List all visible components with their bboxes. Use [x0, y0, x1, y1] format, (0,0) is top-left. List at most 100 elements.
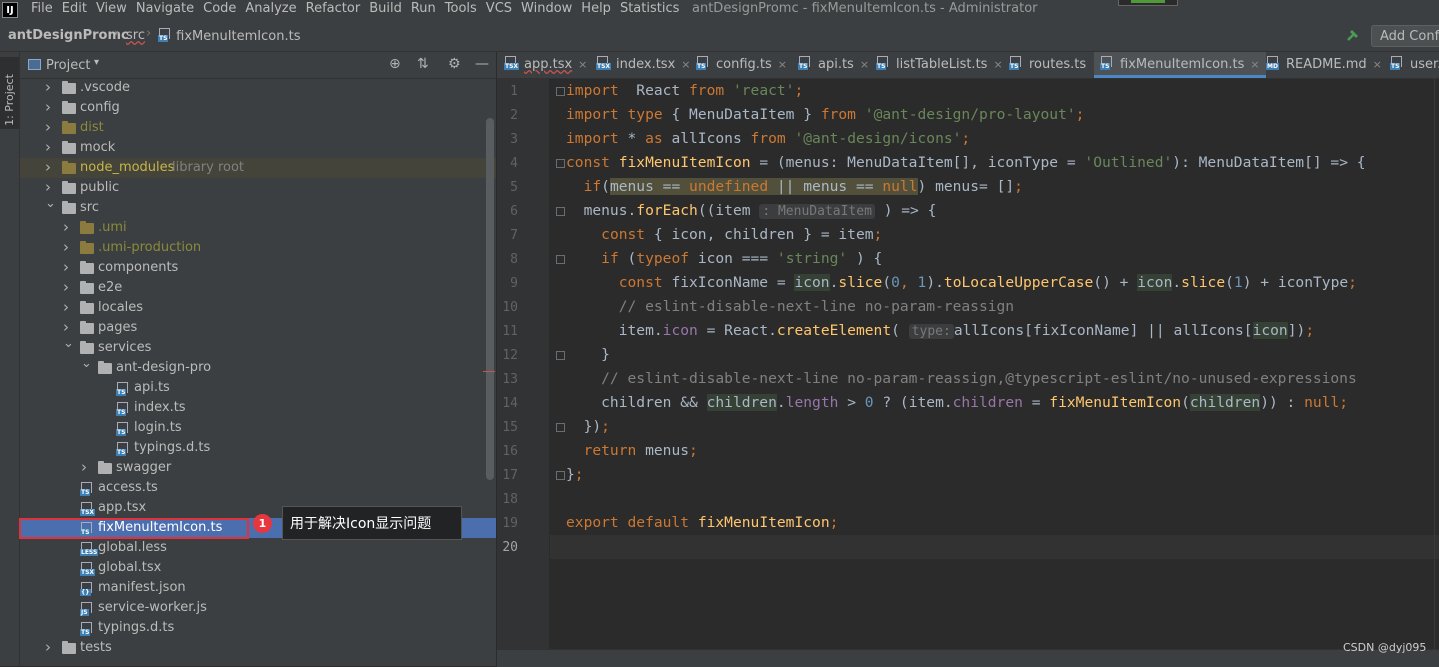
menu-code[interactable]: Code — [203, 1, 236, 16]
tree-folder[interactable]: › .umi — [20, 218, 496, 238]
menu-run[interactable]: Run — [411, 1, 436, 16]
breadcrumb-file[interactable]: fixMenuItemIcon.ts — [158, 28, 301, 44]
tree-folder[interactable]: › public — [20, 178, 496, 198]
tree-folder[interactable]: › node_modules library root — [20, 158, 496, 178]
breadcrumb-project[interactable]: antDesignPromc — [8, 28, 129, 43]
chevron-right-icon[interactable]: › — [81, 457, 87, 477]
code-line[interactable]: item.icon = React.createElement( type: al… — [566, 319, 1314, 343]
chevron-right-icon[interactable]: › — [63, 277, 69, 297]
chevron-right-icon[interactable]: › — [45, 637, 51, 657]
tree-folder[interactable]: › .umi-production — [20, 238, 496, 258]
tree-folder[interactable]: › mock — [20, 138, 496, 158]
code-line[interactable]: }; — [566, 463, 584, 487]
tree-file[interactable]: access.ts — [20, 478, 496, 498]
chevron-right-icon[interactable]: › — [63, 217, 69, 237]
menu-statistics[interactable]: Statistics — [620, 1, 679, 16]
tree-file[interactable]: typings.d.ts — [20, 438, 496, 458]
fold-marker-icon[interactable] — [556, 423, 565, 432]
close-icon[interactable]: × — [1373, 58, 1382, 71]
tree-file[interactable]: index.ts — [20, 398, 496, 418]
code-line[interactable]: return menus; — [566, 439, 698, 463]
code-line[interactable]: import React from 'react'; — [566, 79, 803, 103]
fold-marker-icon[interactable] — [556, 471, 565, 480]
tree-folder[interactable]: › e2e — [20, 278, 496, 298]
menu-file[interactable]: File — [31, 1, 53, 16]
menu-analyze[interactable]: Analyze — [245, 1, 296, 16]
project-tool-tab[interactable]: 1: Project — [0, 57, 19, 129]
tab-index-tsx[interactable]: index.tsx × — [596, 52, 690, 78]
code-line[interactable]: if(menus == undefined || menus == null) … — [566, 175, 1023, 199]
add-configuration-button[interactable]: Add Configuration... — [1371, 25, 1439, 47]
fold-marker-icon[interactable] — [556, 255, 565, 264]
project-view-selector[interactable]: Project — [46, 58, 90, 73]
tree-folder[interactable]: › .vscode — [20, 78, 496, 98]
close-icon[interactable]: × — [860, 58, 869, 71]
app-logo-icon[interactable]: IJ — [2, 2, 18, 18]
tree-folder[interactable]: › components — [20, 258, 496, 278]
chevron-down-icon[interactable]: ⌄ — [81, 354, 92, 374]
menu-vcs[interactable]: VCS — [486, 1, 512, 16]
locate-target-icon[interactable]: ⊕ — [389, 56, 401, 72]
tree-folder[interactable]: ⌄ ant-design-pro — [20, 356, 496, 378]
chevron-down-icon[interactable]: ⌄ — [45, 194, 56, 214]
chevron-down-icon[interactable]: ▾ — [94, 57, 99, 68]
code-line[interactable]: menus.forEach((item : MenuDataItem ) => … — [566, 199, 936, 223]
tree-folder[interactable]: › config — [20, 98, 496, 118]
fold-marker-icon[interactable] — [556, 207, 565, 216]
hide-panel-icon[interactable]: — — [475, 56, 489, 72]
tree-file[interactable]: manifest.json — [20, 578, 496, 598]
close-icon[interactable]: × — [778, 58, 787, 71]
code-line[interactable]: }); — [566, 415, 610, 439]
chevron-right-icon[interactable]: › — [63, 237, 69, 257]
tree-file[interactable]: login.ts — [20, 418, 496, 438]
close-icon[interactable]: × — [578, 58, 587, 71]
tree-folder[interactable]: › pages — [20, 318, 496, 338]
code-line[interactable]: const { icon, children } = item; — [566, 223, 882, 247]
chevron-right-icon[interactable]: › — [63, 257, 69, 277]
chevron-right-icon[interactable]: › — [45, 77, 51, 97]
code-line[interactable]: children && children.length > 0 ? (item.… — [566, 391, 1348, 415]
menu-navigate[interactable]: Navigate — [136, 1, 194, 16]
tree-folder[interactable]: › dist — [20, 118, 496, 138]
code-line[interactable]: import * as allIcons from '@ant-design/i… — [566, 127, 970, 151]
build-hammer-icon[interactable] — [1346, 28, 1360, 42]
tab-routes-ts[interactable]: routes.ts× — [1009, 52, 1101, 78]
code-line[interactable]: // eslint-disable-next-line no-param-rea… — [566, 295, 1014, 319]
tree-folder[interactable]: › tests — [20, 638, 496, 658]
code-line[interactable]: const fixMenuItemIcon = (menus: MenuData… — [566, 151, 1366, 175]
breadcrumb-folder[interactable]: src — [126, 28, 145, 43]
tab-api-ts[interactable]: api.ts × — [798, 52, 869, 78]
tree-folder[interactable]: › swagger — [20, 458, 496, 478]
collapse-all-icon[interactable]: ⇅ — [417, 56, 429, 72]
code-line[interactable]: // eslint-disable-next-line no-param-rea… — [566, 367, 1357, 391]
tab-user-ts[interactable]: user.ts — [1390, 52, 1439, 78]
menu-edit[interactable]: Edit — [62, 1, 87, 16]
close-icon[interactable]: × — [681, 58, 690, 71]
menu-tools[interactable]: Tools — [445, 1, 477, 16]
chevron-down-icon[interactable]: ⌄ — [63, 334, 74, 354]
code-line[interactable]: } — [566, 343, 610, 367]
tree-file[interactable]: service-worker.js — [20, 598, 496, 618]
tree-folder[interactable]: › locales — [20, 298, 496, 318]
fold-marker-icon[interactable] — [556, 159, 565, 168]
tree-file[interactable]: api.ts — [20, 378, 496, 398]
tree-file[interactable]: typings.d.ts — [20, 618, 496, 638]
close-icon[interactable]: × — [993, 58, 1002, 71]
tab-config-ts[interactable]: config.ts × — [696, 52, 787, 78]
fold-marker-icon[interactable] — [556, 351, 565, 360]
close-icon[interactable]: × — [1250, 58, 1259, 71]
chevron-right-icon[interactable]: › — [45, 97, 51, 117]
fold-marker-icon[interactable] — [556, 87, 565, 96]
code-line[interactable]: const fixIconName = icon.slice(0, 1).toL… — [566, 271, 1357, 295]
menu-window[interactable]: Window — [521, 1, 572, 16]
menu-view[interactable]: View — [96, 1, 127, 16]
tree-file[interactable]: global.less — [20, 538, 496, 558]
code-line[interactable]: export default fixMenuItemIcon; — [566, 511, 838, 535]
menu-help[interactable]: Help — [581, 1, 611, 16]
menu-build[interactable]: Build — [369, 1, 402, 16]
chevron-right-icon[interactable]: › — [45, 117, 51, 137]
chevron-right-icon[interactable]: › — [63, 297, 69, 317]
code-line[interactable]: if (typeof icon === 'string' ) { — [566, 247, 882, 271]
tab-readme-md[interactable]: README.md × — [1266, 52, 1382, 78]
chevron-right-icon[interactable]: › — [45, 137, 51, 157]
